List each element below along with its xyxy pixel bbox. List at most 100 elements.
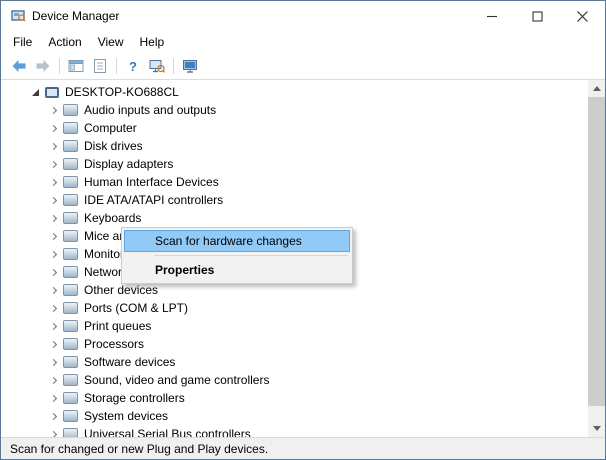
- scrollbar-thumb[interactable]: [588, 97, 605, 406]
- tree-item-label: Software devices: [84, 355, 175, 369]
- devices-button[interactable]: [178, 55, 202, 77]
- tree-item-display-adapters[interactable]: Display adapters: [1, 155, 588, 173]
- expand-icon[interactable]: [45, 144, 61, 149]
- expand-icon[interactable]: [45, 378, 61, 383]
- expand-icon[interactable]: [45, 126, 61, 131]
- tree-item-system-devices[interactable]: System devices: [1, 407, 588, 425]
- menu-help[interactable]: Help: [132, 32, 173, 52]
- scroll-down-button[interactable]: [588, 420, 605, 437]
- tree-item-label: Processors: [84, 337, 144, 351]
- help-icon: ?: [129, 59, 137, 74]
- menu-file[interactable]: File: [5, 32, 40, 52]
- tree-item-print-queues[interactable]: Print queues: [1, 317, 588, 335]
- minimize-button[interactable]: [470, 1, 515, 31]
- network-adapter-icon: [63, 266, 78, 278]
- expand-icon[interactable]: [45, 180, 61, 185]
- window-controls: [470, 1, 605, 31]
- hid-icon: [63, 176, 78, 188]
- tree-item-audio-inputs-and-outputs[interactable]: Audio inputs and outputs: [1, 101, 588, 119]
- scan-for-hardware-changes-button[interactable]: [145, 55, 169, 77]
- computer-icon: [45, 87, 59, 98]
- tree-root-desktop-ko688cl[interactable]: DESKTOP-KO688CL: [1, 83, 588, 101]
- tree-item-label: Keyboards: [84, 211, 141, 225]
- menu-action[interactable]: Action: [40, 32, 89, 52]
- expand-icon[interactable]: [45, 414, 61, 419]
- status-bar: Scan for changed or new Plug and Play de…: [1, 437, 605, 459]
- tree-item-label: Sound, video and game controllers: [84, 373, 269, 387]
- tree-item-label: Disk drives: [84, 139, 143, 153]
- close-button[interactable]: [560, 1, 605, 31]
- title-bar: Device Manager: [1, 1, 605, 31]
- scrollbar-track[interactable]: [588, 97, 605, 420]
- show-console-tree-button[interactable]: [64, 55, 88, 77]
- expand-icon[interactable]: [45, 324, 61, 329]
- expand-icon[interactable]: [45, 234, 61, 239]
- status-text: Scan for changed or new Plug and Play de…: [10, 442, 268, 456]
- usb-controller-icon: [63, 428, 78, 437]
- software-device-icon: [63, 356, 78, 368]
- window-title: Device Manager: [32, 9, 119, 23]
- tree-item-label: Print queues: [84, 319, 151, 333]
- monitor-icon: [63, 248, 78, 260]
- tree-item-ports-com-lpt[interactable]: Ports (COM & LPT): [1, 299, 588, 317]
- ports-icon: [63, 302, 78, 314]
- audio-icon: [63, 104, 78, 116]
- tree-item-storage-controllers[interactable]: Storage controllers: [1, 389, 588, 407]
- expand-icon[interactable]: [45, 198, 61, 203]
- help-button[interactable]: ?: [121, 55, 145, 77]
- other-device-icon: [63, 284, 78, 296]
- tree-item-processors[interactable]: Processors: [1, 335, 588, 353]
- system-device-icon: [63, 410, 78, 422]
- sound-controller-icon: [63, 374, 78, 386]
- mouse-icon: [63, 230, 78, 242]
- ide-controller-icon: [63, 194, 78, 206]
- tree-item-label: Storage controllers: [84, 391, 185, 405]
- display-adapter-icon: [63, 158, 78, 170]
- context-menu-item-properties[interactable]: Properties: [124, 259, 350, 281]
- menu-view[interactable]: View: [90, 32, 132, 52]
- maximize-button[interactable]: [515, 1, 560, 31]
- tree-item-sound-video-and-game-controllers[interactable]: Sound, video and game controllers: [1, 371, 588, 389]
- tree-root-label: DESKTOP-KO688CL: [65, 85, 179, 99]
- device-manager-icon: [10, 8, 26, 24]
- tree-item-label: Human Interface Devices: [84, 175, 219, 189]
- storage-controller-icon: [63, 392, 78, 404]
- expand-icon[interactable]: [45, 306, 61, 311]
- toolbar: ?: [1, 53, 605, 80]
- vertical-scrollbar[interactable]: [588, 80, 605, 437]
- expand-icon[interactable]: [45, 162, 61, 167]
- expand-icon[interactable]: [45, 108, 61, 113]
- tree-item-universal-serial-bus-controllers[interactable]: Universal Serial Bus controllers: [1, 425, 588, 437]
- disk-drive-icon: [63, 140, 78, 152]
- tree-item-label: Other devices: [84, 283, 158, 297]
- tree-item-label: IDE ATA/ATAPI controllers: [84, 193, 223, 207]
- expand-icon[interactable]: [45, 216, 61, 221]
- expand-icon[interactable]: [45, 288, 61, 293]
- tree-item-human-interface-devices[interactable]: Human Interface Devices: [1, 173, 588, 191]
- processor-icon: [63, 338, 78, 350]
- collapse-icon[interactable]: [27, 89, 43, 96]
- expand-icon[interactable]: [45, 360, 61, 365]
- expand-icon[interactable]: [45, 270, 61, 275]
- tree-item-software-devices[interactable]: Software devices: [1, 353, 588, 371]
- tree-item-label: System devices: [84, 409, 168, 423]
- tree-item-label: Audio inputs and outputs: [84, 103, 216, 117]
- tree-item-ide-ata-atapi-controllers[interactable]: IDE ATA/ATAPI controllers: [1, 191, 588, 209]
- expand-icon[interactable]: [45, 432, 61, 437]
- expand-icon[interactable]: [45, 252, 61, 257]
- context-menu: Scan for hardware changes Properties: [121, 227, 353, 284]
- expand-icon[interactable]: [45, 396, 61, 401]
- back-button[interactable]: [7, 55, 31, 77]
- scroll-down-icon: [593, 426, 601, 431]
- tree-item-keyboards[interactable]: Keyboards: [1, 209, 588, 227]
- tree-item-label: Universal Serial Bus controllers: [84, 427, 251, 437]
- forward-button[interactable]: [31, 55, 55, 77]
- context-menu-item-scan-for-hardware-changes[interactable]: Scan for hardware changes: [124, 230, 350, 252]
- properties-button[interactable]: [88, 55, 112, 77]
- tree-item-disk-drives[interactable]: Disk drives: [1, 137, 588, 155]
- scroll-up-button[interactable]: [588, 80, 605, 97]
- tree-item-label: Computer: [84, 121, 137, 135]
- scroll-up-icon: [593, 86, 601, 91]
- expand-icon[interactable]: [45, 342, 61, 347]
- tree-item-computer[interactable]: Computer: [1, 119, 588, 137]
